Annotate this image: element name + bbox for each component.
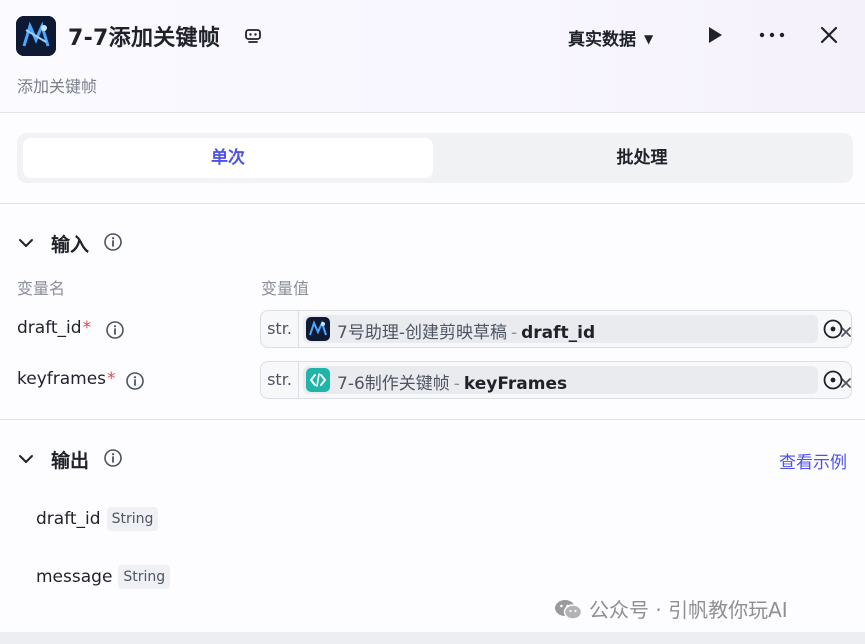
input-section-header: 输入 <box>17 230 157 256</box>
data-mode-label: 真实数据 <box>568 30 636 50</box>
chevron-down-icon[interactable] <box>17 235 35 251</box>
info-icon[interactable] <box>105 320 125 340</box>
close-icon <box>820 26 838 44</box>
reference-tag[interactable]: 7号助理-创建剪映草稿 - draft_id <box>303 315 851 343</box>
copilot-icon[interactable] <box>243 26 263 46</box>
type-label: str. <box>261 362 299 398</box>
tab-single[interactable]: 单次 <box>23 138 433 178</box>
variable-name: draft_id <box>17 318 82 338</box>
bottom-edge <box>0 632 865 644</box>
output-field-type: String <box>106 507 159 531</box>
variable-select-icon[interactable] <box>822 369 844 391</box>
output-field: message String <box>36 565 171 591</box>
info-icon[interactable] <box>103 448 123 468</box>
reference-variable: keyFrames <box>463 374 568 394</box>
close-button[interactable] <box>818 24 840 46</box>
play-icon <box>709 27 722 43</box>
output-field-name: message <box>36 567 113 587</box>
reference-variable: draft_id <box>521 323 596 343</box>
reference-separator: - <box>453 374 460 394</box>
wechat-icon <box>553 597 583 623</box>
info-icon[interactable] <box>103 232 123 252</box>
reference-text: 7-6制作关键帧 - keyFrames <box>337 369 567 394</box>
variable-reference-field[interactable]: str. 7号助理-创建剪映草稿 - draft_id <box>260 310 852 348</box>
node-title: 7-7添加关键帧 <box>68 26 221 51</box>
watermark-text: 公众号 · 引帆教你玩AI <box>589 598 788 622</box>
divider <box>0 203 865 204</box>
reference-separator: - <box>510 323 518 343</box>
output-field-type: String <box>118 565 171 589</box>
watermark: 公众号 · 引帆教你玩AI <box>553 594 788 624</box>
plugin-icon <box>306 317 330 341</box>
run-button[interactable] <box>704 24 726 46</box>
input-section-title: 输入 <box>51 234 90 256</box>
more-icon <box>759 32 785 38</box>
input-row-label: draft_id* <box>17 318 91 338</box>
output-section-header: 输出 <box>17 446 157 472</box>
variable-name: keyframes <box>17 369 107 389</box>
output-field-name: draft_id <box>36 509 101 529</box>
run-mode-tabs: 单次 批处理 <box>17 133 853 183</box>
input-row-label: keyframes* <box>17 369 116 389</box>
required-mark: * <box>107 369 116 389</box>
reference-text: 7号助理-创建剪映草稿 - draft_id <box>337 318 595 343</box>
reference-tag[interactable]: 7-6制作关键帧 - keyFrames <box>303 366 851 394</box>
node-header: 7-7添加关键帧 添加关键帧 真实数据 ▼ <box>0 0 865 112</box>
output-section-title: 输出 <box>51 450 90 472</box>
divider <box>0 112 865 113</box>
reference-source: 7号助理-创建剪映草稿 <box>337 323 507 343</box>
more-button[interactable] <box>757 24 787 46</box>
tab-batch[interactable]: 批处理 <box>437 138 847 178</box>
variable-select-icon[interactable] <box>822 318 844 340</box>
code-icon <box>306 368 330 392</box>
output-field: draft_id String <box>36 507 159 533</box>
reference-source: 7-6制作关键帧 <box>337 374 450 394</box>
chevron-down-icon[interactable] <box>17 451 35 467</box>
caret-down-icon: ▼ <box>644 32 654 46</box>
column-header-value: 变量值 <box>261 279 310 298</box>
node-logo-icon <box>16 16 56 56</box>
type-label: str. <box>261 311 299 347</box>
divider <box>0 419 865 420</box>
data-mode-dropdown[interactable]: 真实数据 ▼ <box>568 25 653 50</box>
view-example-link[interactable]: 查看示例 <box>779 448 847 473</box>
node-description: 添加关键帧 <box>17 77 98 96</box>
required-mark: * <box>82 318 92 338</box>
variable-reference-field[interactable]: str. 7-6制作关键帧 - keyFrames <box>260 361 852 399</box>
column-header-name: 变量名 <box>17 279 66 298</box>
info-icon[interactable] <box>125 371 145 391</box>
